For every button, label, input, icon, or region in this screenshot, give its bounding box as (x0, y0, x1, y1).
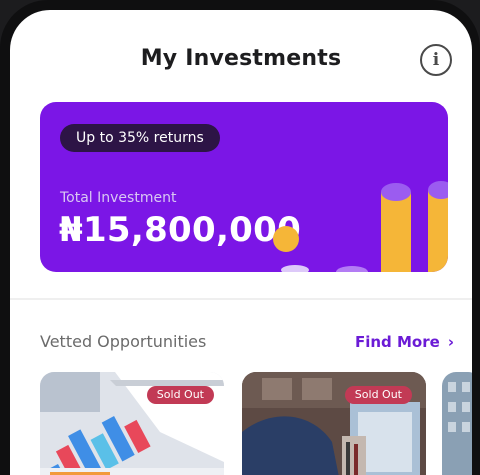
section-divider (10, 298, 472, 300)
page-title: My Investments (140, 46, 342, 71)
sold-out-badge: Sold Out (146, 386, 214, 404)
opportunity-card[interactable]: Sold Out (40, 372, 224, 475)
coin-stack-icon (428, 190, 448, 272)
coin-icon (336, 266, 368, 272)
app-screen: My Investments i Up to 35% returns Total… (10, 10, 472, 475)
section-title: Vetted Opportunities (40, 332, 207, 351)
coins-illustration (273, 181, 448, 272)
coin-stack-icon (381, 192, 411, 272)
total-investment-card[interactable]: Up to 35% returns Total Investment ₦15,8… (40, 102, 448, 272)
opportunity-card[interactable]: Sold Out (242, 372, 426, 475)
phone-frame: My Investments i Up to 35% returns Total… (0, 0, 480, 475)
coin-stack-top (381, 183, 411, 201)
opportunity-card[interactable] (442, 372, 472, 475)
chevron-right-icon: › (447, 333, 454, 351)
find-more-label: Find More (354, 333, 440, 351)
coin-icon (273, 226, 299, 252)
sold-out-badge: Sold Out (344, 386, 412, 404)
coin-icon (281, 265, 309, 272)
building-image (442, 372, 472, 475)
info-icon[interactable]: i (420, 44, 452, 76)
find-more-link[interactable]: Find More › (355, 333, 454, 351)
header: My Investments i (10, 44, 472, 86)
